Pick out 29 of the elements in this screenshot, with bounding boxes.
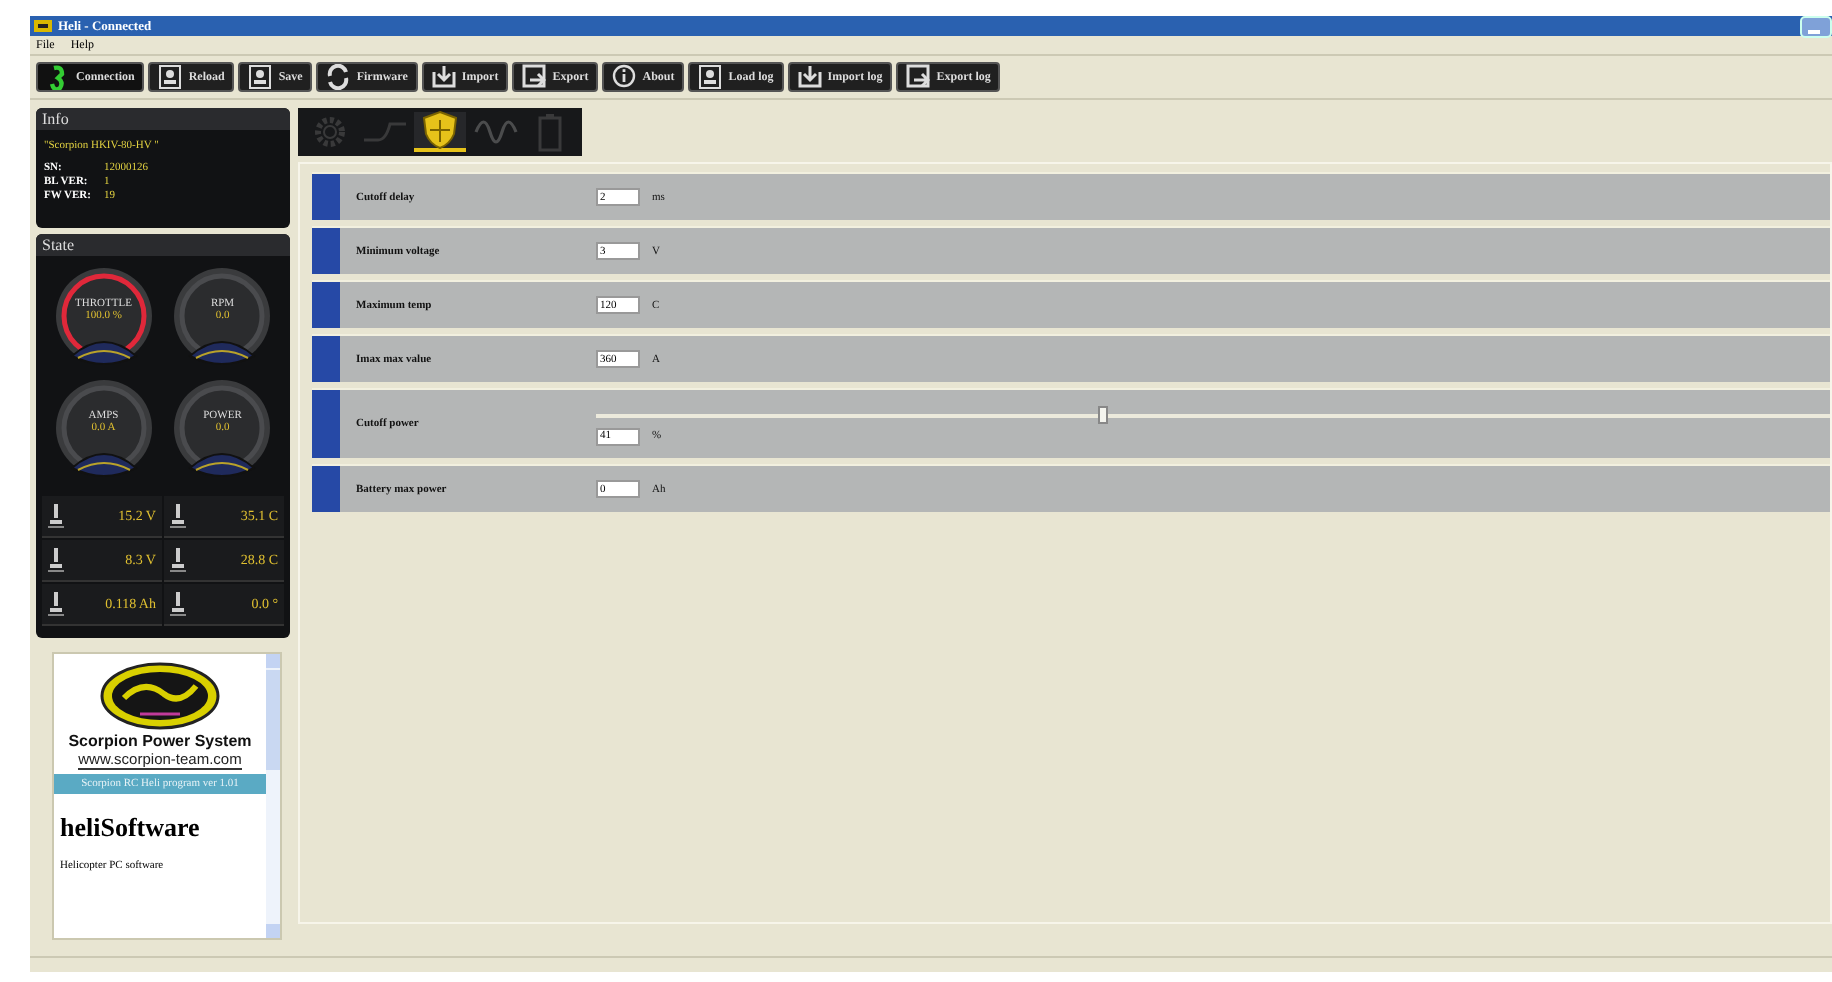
scorpion-logo-drawing [100, 662, 220, 730]
tray-icon [906, 64, 931, 90]
row-tag [312, 228, 340, 274]
slider-thumb[interactable] [1097, 405, 1108, 423]
person-card-icon [158, 64, 183, 90]
sensor-icon [170, 592, 186, 616]
row-tag [312, 336, 340, 382]
panel-title: Info [36, 108, 290, 130]
sensor-icon [48, 548, 64, 572]
sensor-icon [48, 592, 64, 616]
brand-name: Scorpion Power System [68, 732, 252, 750]
person-card-icon [698, 64, 723, 90]
sensor-icon [48, 504, 64, 528]
tray-icon [797, 64, 822, 90]
sensor-icon [170, 548, 186, 572]
tray-icon [522, 64, 547, 90]
row-tag [312, 466, 340, 512]
software-title: heliSoftware [60, 812, 200, 844]
panel-title: State [36, 234, 290, 256]
row-tag [312, 174, 340, 220]
refresh-icon [326, 64, 351, 90]
scrollbar[interactable] [266, 654, 280, 938]
person-card-icon [248, 64, 273, 90]
sensor-icon [170, 504, 186, 528]
app-icon [34, 18, 52, 34]
info-icon [612, 64, 637, 90]
row-tag [312, 390, 340, 458]
row-tag [312, 282, 340, 328]
tray-icon [431, 64, 456, 90]
